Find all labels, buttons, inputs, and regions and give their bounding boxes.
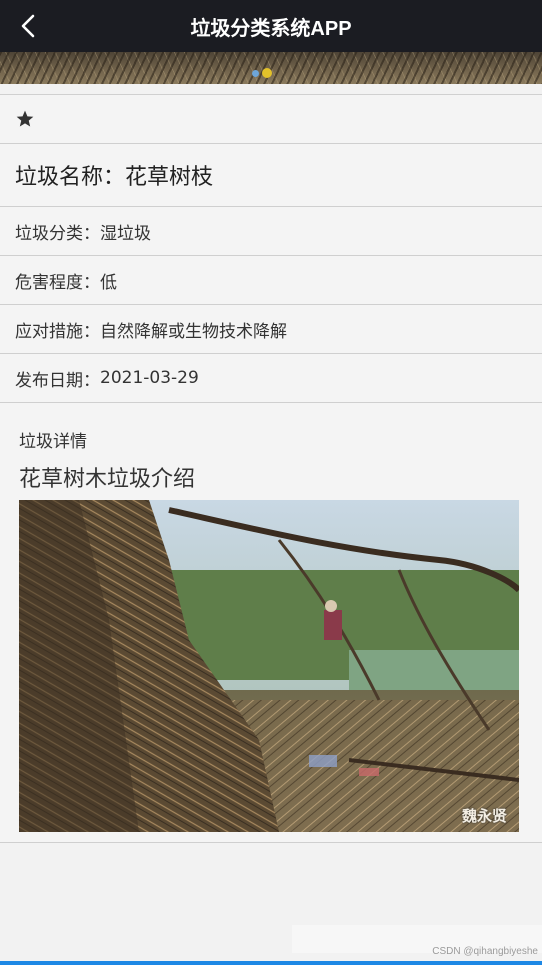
item-name-label: 垃圾名称： [15, 165, 126, 190]
star-icon[interactable] [15, 109, 35, 129]
hazard-row: 危害程度：低 [0, 256, 542, 305]
details-heading: 花草树木垃圾介绍 [19, 467, 196, 492]
measure-row: 应对措施： 自然降解或生物技术降解 [0, 305, 542, 354]
photo-watermark: 魏永贤 [461, 807, 507, 825]
date-row: 发布日期： 2021-03-29 [0, 354, 542, 403]
date-label: 发布日期： [15, 370, 100, 391]
app-header: 垃圾分类系统APP [0, 0, 542, 52]
details-label: 垃圾详情 [19, 432, 87, 452]
credit-watermark: CSDN @qihangbiyeshe [432, 946, 538, 957]
details-photo: 魏永贤 [19, 500, 519, 832]
page-title: 垃圾分类系统APP [190, 17, 352, 40]
date-value: 2021-03-29 [100, 368, 199, 388]
detail-card: 垃圾名称： 花草树枝 垃圾分类： 湿垃圾 危害程度：低 应对措施： 自然降解或生物技术… [0, 94, 542, 843]
chevron-left-icon [21, 14, 35, 38]
details-section: 垃圾详情 花草树木垃圾介绍 魏永贤 [0, 403, 542, 843]
category-row: 垃圾分类： 湿垃圾 [0, 207, 542, 256]
category-value: 湿垃圾 [100, 223, 151, 244]
measure-label: 应对措施： [15, 321, 100, 342]
favorite-row [0, 95, 542, 144]
item-name-value: 花草树枝 [125, 165, 214, 190]
hazard-value: 低 [100, 272, 117, 293]
bottom-accent-bar [0, 961, 542, 965]
measure-value: 自然降解或生物技术降解 [100, 321, 287, 342]
category-label: 垃圾分类： [15, 223, 100, 244]
header-banner-image [0, 52, 542, 84]
item-name-row: 垃圾名称： 花草树枝 [0, 144, 542, 207]
hazard-label: 危害程度： [15, 272, 100, 293]
back-button[interactable] [10, 8, 46, 44]
